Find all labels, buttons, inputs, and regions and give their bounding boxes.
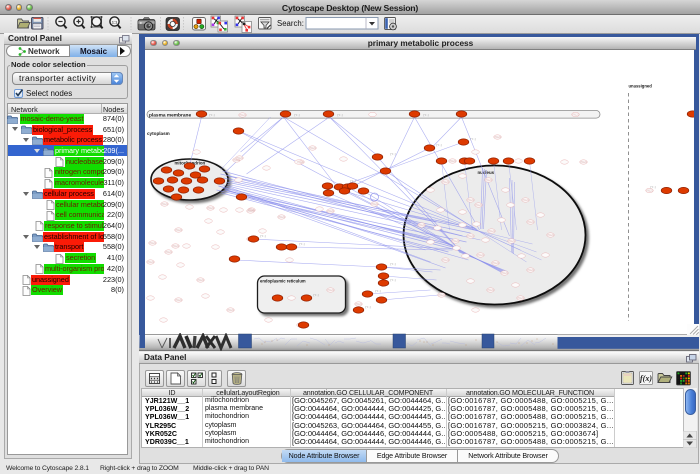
svg-text:[Y..]: [Y..]: [650, 185, 655, 189]
svg-text:YKL21: YKL21: [247, 211, 255, 213]
svg-text:[Y..]: [Y..]: [299, 242, 304, 246]
svg-text:Search:: Search:: [277, 19, 304, 28]
svg-text:YKL21: YKL21: [452, 241, 460, 243]
svg-text:YKL21: YKL21: [165, 252, 173, 254]
svg-text:YKL21: YKL21: [327, 290, 335, 292]
svg-text:[Y..]: [Y..]: [375, 289, 380, 293]
svg-text:YKL21: YKL21: [297, 162, 305, 164]
svg-text:[Y..]: [Y..]: [390, 278, 395, 282]
svg-text:YKL21: YKL21: [442, 182, 450, 184]
svg-text:cytoplasm: cytoplasm: [147, 131, 170, 136]
svg-text:YKL21: YKL21: [327, 211, 335, 213]
svg-text:YKL21: YKL21: [197, 280, 205, 282]
svg-text:[Y..]: [Y..]: [294, 113, 299, 117]
svg-text:YKL21: YKL21: [309, 148, 317, 150]
svg-text:YKL21: YKL21: [646, 191, 654, 193]
svg-text:YKL21: YKL21: [161, 204, 169, 206]
svg-text:YKL21: YKL21: [278, 217, 286, 219]
svg-text:YKL21: YKL21: [233, 160, 241, 162]
svg-text:YKL21: YKL21: [239, 115, 247, 117]
svg-text:YKL21: YKL21: [527, 222, 535, 224]
svg-text:YKL21: YKL21: [580, 162, 588, 164]
svg-text:YKL21: YKL21: [494, 137, 502, 139]
svg-text:YKL21: YKL21: [442, 260, 450, 262]
svg-text:[Y..]: [Y..]: [390, 262, 395, 266]
svg-text:YKL21: YKL21: [449, 161, 457, 163]
svg-text:YKL21: YKL21: [485, 180, 493, 182]
svg-text:YKL21: YKL21: [508, 241, 516, 243]
svg-text:[Y..]: [Y..]: [337, 113, 342, 117]
svg-text:endoplasmic reticulum: endoplasmic reticulum: [260, 279, 306, 284]
svg-text:YKL21: YKL21: [517, 298, 525, 300]
svg-text:YKL21: YKL21: [522, 200, 530, 202]
svg-text:YKL21: YKL21: [227, 310, 235, 312]
svg-text:[Y..]: [Y..]: [350, 179, 355, 183]
svg-text:YKL21: YKL21: [172, 246, 180, 248]
svg-text:[Y..]: [Y..]: [423, 113, 428, 117]
svg-text:YKL21: YKL21: [487, 290, 495, 292]
svg-text:[Y..]: [Y..]: [313, 293, 318, 297]
svg-text:YKL21: YKL21: [492, 263, 500, 265]
svg-text:YKL21: YKL21: [175, 230, 183, 232]
svg-text:[Y..]: [Y..]: [436, 143, 441, 147]
svg-text:YKL21: YKL21: [207, 208, 215, 210]
svg-text:YKL21: YKL21: [175, 300, 183, 302]
svg-text:YKL21: YKL21: [527, 270, 535, 272]
svg-text:YKL21: YKL21: [467, 236, 475, 238]
svg-text:YKL21: YKL21: [355, 304, 363, 306]
svg-text:unassigned: unassigned: [628, 84, 652, 89]
svg-text:YKL21: YKL21: [438, 295, 446, 297]
svg-text:YKL21: YKL21: [371, 204, 379, 206]
svg-text:YKL21: YKL21: [547, 235, 555, 237]
svg-text:[Y..]: [Y..]: [365, 305, 370, 309]
svg-text:YKL21: YKL21: [236, 158, 244, 160]
svg-text:YKL21: YKL21: [149, 243, 157, 245]
svg-text:plasma membrane: plasma membrane: [149, 112, 191, 118]
svg-text:1:1: 1:1: [112, 21, 117, 25]
svg-text:[Y..]: [Y..]: [390, 152, 395, 156]
svg-text:YKL21: YKL21: [501, 273, 509, 275]
svg-text:[Y..]: [Y..]: [260, 234, 265, 238]
svg-text:YKL21: YKL21: [418, 225, 426, 227]
svg-text:[Y..]: [Y..]: [209, 113, 214, 117]
svg-text:YKL21: YKL21: [572, 115, 580, 117]
svg-text:YKL21: YKL21: [488, 231, 496, 233]
svg-text:[Y..]: [Y..]: [470, 137, 475, 141]
svg-text:YKL21: YKL21: [477, 255, 485, 257]
svg-text:YKL21: YKL21: [147, 262, 155, 264]
svg-text:YKL21: YKL21: [475, 205, 483, 207]
svg-text:YKL21: YKL21: [467, 200, 475, 202]
